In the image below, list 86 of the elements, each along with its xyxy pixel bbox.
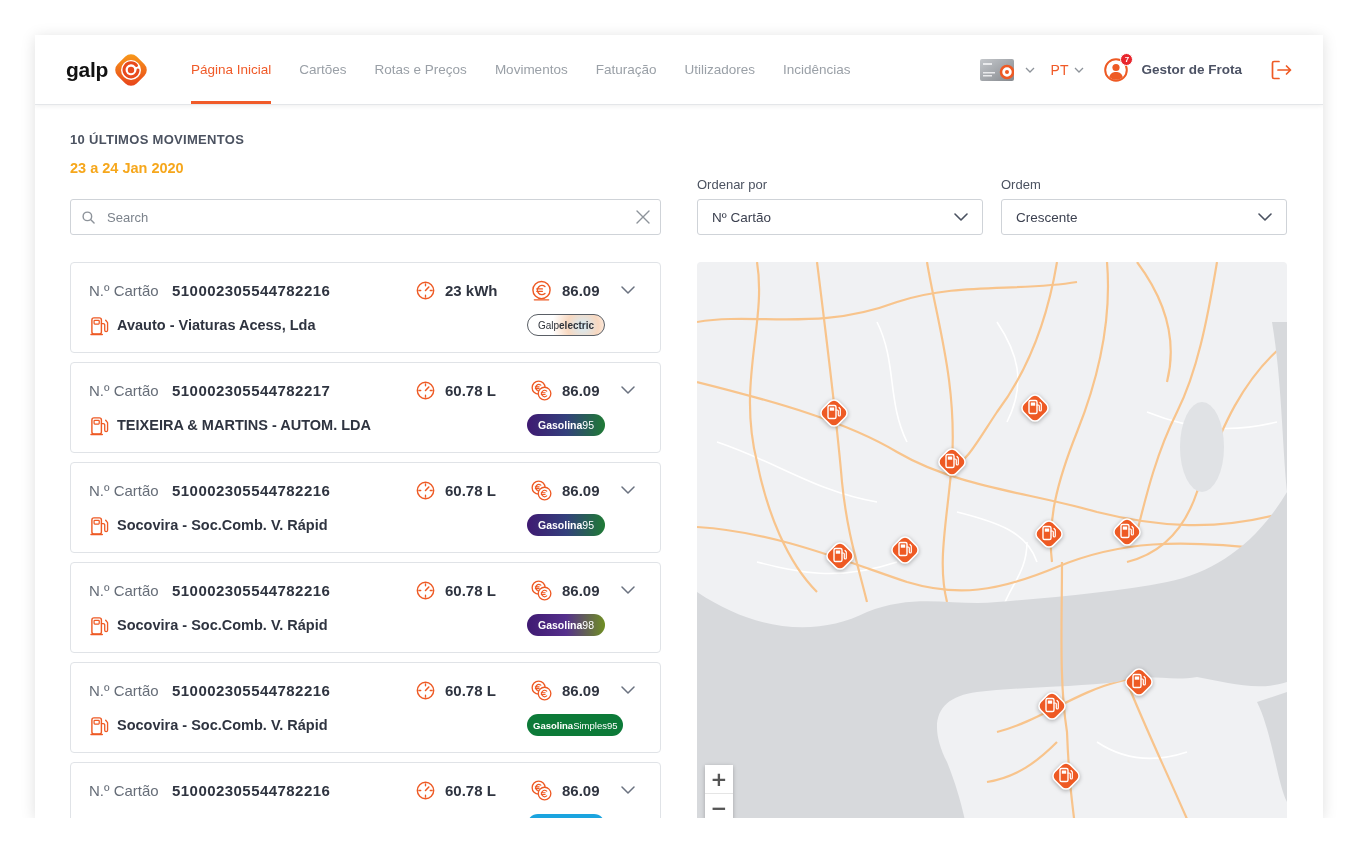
- chevron-down-icon[interactable]: [621, 386, 635, 394]
- fuel-station-pin-icon[interactable]: [823, 539, 857, 573]
- coins-icon: [531, 679, 552, 701]
- section-title: 10 ÚLTIMOS MOVIMENTOS: [70, 132, 246, 148]
- card-number-label: N.º Cartão: [89, 681, 160, 699]
- gauge-icon: [416, 680, 435, 700]
- station-name: TEIXEIRA & MARTINS - AUTOM. LDA: [117, 417, 371, 433]
- card-number-label: N.º Cartão: [89, 781, 160, 799]
- station-name: Socovira - Soc.Comb. V. Rápid: [117, 517, 328, 533]
- fuel-pump-icon: [90, 414, 109, 436]
- card-number-label: N.º Cartão: [89, 281, 160, 299]
- gauge-icon: [416, 580, 435, 600]
- search-field[interactable]: Search: [70, 199, 661, 235]
- user-name[interactable]: Gestor de Frota: [1141, 62, 1242, 77]
- date-range: 23 a 24 Jan 2020: [70, 159, 185, 177]
- search-icon: [82, 211, 95, 224]
- gauge-icon: [416, 380, 435, 400]
- card-number: 510002305544782216: [172, 681, 331, 699]
- chevron-down-icon[interactable]: [621, 786, 635, 794]
- station-name: Socovira - Soc.Comb. V. Rápid: [117, 717, 328, 733]
- gauge-icon: [416, 280, 435, 300]
- clear-icon[interactable]: [636, 210, 650, 224]
- chevron-down-icon[interactable]: [621, 486, 635, 494]
- fuel-pump-icon: [90, 514, 109, 536]
- price-amount: 86.09: [562, 381, 600, 399]
- movement-card[interactable]: N.º Cartão 510002305544782216 60.78 L 86.09 Socovira - Soc.Comb. V. Rápid GasolinaSimples95: [70, 662, 661, 753]
- card-number: 510002305544782217: [172, 381, 331, 399]
- quantity: 60.78 L: [445, 781, 496, 799]
- fuel-station-pin-icon[interactable]: [1035, 689, 1069, 723]
- station-name: Socovira - Soc.Comb. V. Rápid: [117, 617, 328, 633]
- chevron-down-icon[interactable]: [1024, 66, 1035, 73]
- chevron-down-icon: [1074, 66, 1085, 73]
- quantity: 60.78 L: [445, 481, 496, 499]
- movement-card[interactable]: N.º Cartão 510002305544782216 60.78 L 86.09 Socovira - Soc.Comb. V. Rápid Gasolina98: [70, 562, 661, 653]
- quantity: 23 kWh: [445, 281, 498, 299]
- movement-card[interactable]: N.º Cartão 510002305544782216 60.78 L 86.09 Socovira - Soc.Comb. V. Rápid Gasolina95: [70, 462, 661, 553]
- fuel-pump-icon: [90, 614, 109, 636]
- card-number-label: N.º Cartão: [89, 581, 160, 599]
- station-name: Avauto - Viaturas Acess, Lda: [117, 317, 316, 333]
- coins-icon: [531, 379, 552, 401]
- fuel-station-pin-icon[interactable]: [1110, 515, 1144, 549]
- coins-icon: [531, 479, 552, 501]
- fuel-type-tag: GasolinaSimples95: [527, 714, 624, 736]
- chevron-down-icon[interactable]: [621, 686, 635, 694]
- price-amount: 86.09: [562, 681, 600, 699]
- card-number-label: N.º Cartão: [89, 481, 160, 499]
- chevron-down-icon[interactable]: [621, 586, 635, 594]
- quantity: 60.78 L: [445, 681, 496, 699]
- notification-count[interactable]: 7: [1120, 52, 1134, 66]
- movement-card[interactable]: N.º Cartão 510002305544782217 60.78 L 86.09 TEIXEIRA & MARTINS - AUTOM. LDA Gasolina95: [70, 362, 661, 453]
- movement-card[interactable]: N.º Cartão 510002305544782216 60.78 L 86.09: [70, 762, 661, 818]
- price-amount: 86.09: [562, 481, 600, 499]
- fuel-type-tag: Galpelectric: [527, 314, 605, 336]
- card-number: 510002305544782216: [172, 781, 331, 799]
- price-amount: 86.09: [562, 781, 600, 799]
- card-number: 510002305544782216: [172, 481, 331, 499]
- card-number-label: N.º Cartão: [89, 381, 160, 399]
- logo-text[interactable]: galp: [66, 57, 108, 82]
- fuel-type-tag: Gasolina98: [527, 614, 605, 636]
- zoom-in-button[interactable]: +: [705, 765, 733, 793]
- quantity: 60.78 L: [445, 381, 496, 399]
- fuel-card-icon[interactable]: [979, 58, 1014, 81]
- price-amount: 86.09: [562, 581, 600, 599]
- fuel-pump-icon: [90, 314, 109, 336]
- dropdown[interactable]: Crescente: [1001, 199, 1287, 235]
- gauge-icon: [416, 480, 435, 500]
- zoom-out-button[interactable]: −: [705, 793, 733, 818]
- euro-coin-icon: [531, 279, 552, 301]
- fuel-pump-icon: [90, 714, 109, 736]
- coins-icon: [531, 579, 552, 601]
- filter-label: Ordem: [1001, 177, 1042, 193]
- fuel-type-tag: Gasolina95: [527, 414, 605, 436]
- card-number: 510002305544782216: [172, 281, 331, 299]
- price-amount: 86.09: [562, 281, 600, 299]
- filter-label: Ordenar por: [697, 177, 769, 193]
- fuel-type-tag: Gasolina95: [527, 514, 605, 536]
- chevron-down-icon: [1258, 213, 1272, 221]
- movement-card[interactable]: N.º Cartão 510002305544782216 23 kWh 86.09 Avauto - Viaturas Acess, Lda Galpelectric: [70, 262, 661, 353]
- chevron-down-icon[interactable]: [621, 286, 635, 294]
- dropdown[interactable]: Nº Cartão: [697, 199, 983, 235]
- gauge-icon: [416, 780, 435, 800]
- card-number: 510002305544782216: [172, 581, 331, 599]
- chevron-down-icon: [954, 213, 968, 221]
- quantity: 60.78 L: [445, 581, 496, 599]
- coins-icon: [531, 779, 552, 801]
- fuel-station-pin-icon[interactable]: [935, 445, 969, 479]
